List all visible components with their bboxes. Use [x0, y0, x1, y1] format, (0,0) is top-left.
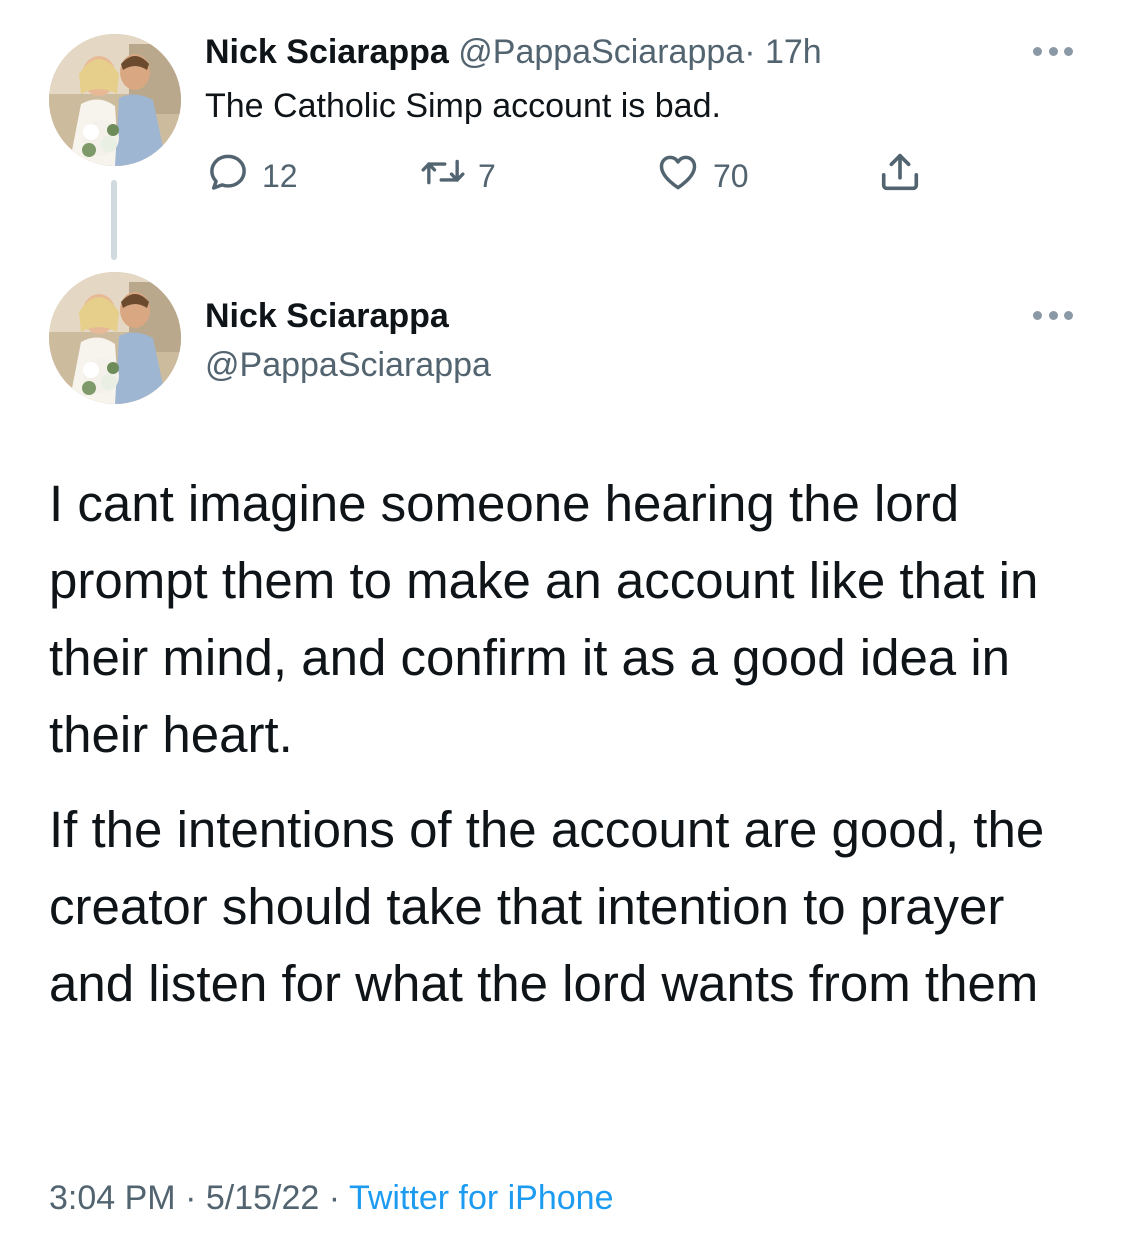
more-icon[interactable] [1033, 46, 1073, 56]
tweet-source-link[interactable]: Twitter for iPhone [349, 1179, 614, 1217]
reply-icon [206, 150, 250, 202]
thread-connector-line [111, 180, 117, 260]
share-icon [876, 149, 924, 203]
main-tweet-text: I cant imagine someone hearing the lord … [49, 465, 1079, 1022]
retweet-icon [420, 150, 466, 202]
more-icon[interactable] [1033, 310, 1073, 320]
like-button[interactable]: 70 [655, 152, 749, 200]
main-tweet-avatar[interactable] [49, 272, 181, 404]
tweet-time[interactable]: 3:04 PM [49, 1179, 176, 1217]
retweet-button[interactable]: 7 [420, 152, 496, 200]
retweet-count: 7 [478, 157, 496, 194]
reply-button[interactable]: 12 [206, 152, 298, 200]
main-tweet-handle[interactable]: @PappaSciarappa [205, 345, 491, 385]
parent-tweet-separator: · [744, 33, 756, 71]
meta-separator: · [328, 1179, 341, 1217]
meta-separator: · [185, 1179, 197, 1217]
parent-tweet-time[interactable]: 17h [765, 33, 822, 71]
main-tweet-display-name[interactable]: Nick Sciarappa [205, 296, 449, 336]
parent-tweet-avatar[interactable] [49, 34, 181, 166]
parent-tweet-handle[interactable]: @PappaSciarappa [458, 33, 744, 71]
parent-tweet-text: The Catholic Simp account is bad. [205, 87, 721, 125]
tweet-metadata: 3:04 PM · 5/15/22 · Twitter for iPhone [49, 1176, 614, 1220]
parent-tweet-header: Nick Sciarappa @PappaSciarappa· 17h [205, 32, 822, 72]
like-icon [655, 150, 701, 202]
parent-tweet-display-name[interactable]: Nick Sciarappa [205, 33, 449, 71]
main-tweet-paragraph: I cant imagine someone hearing the lord … [49, 475, 1039, 763]
reply-count: 12 [262, 157, 298, 194]
main-tweet-paragraph: If the intentions of the account are goo… [49, 801, 1045, 1012]
tweet-date[interactable]: 5/15/22 [206, 1179, 319, 1217]
share-button[interactable] [876, 152, 924, 200]
like-count: 70 [713, 157, 749, 194]
